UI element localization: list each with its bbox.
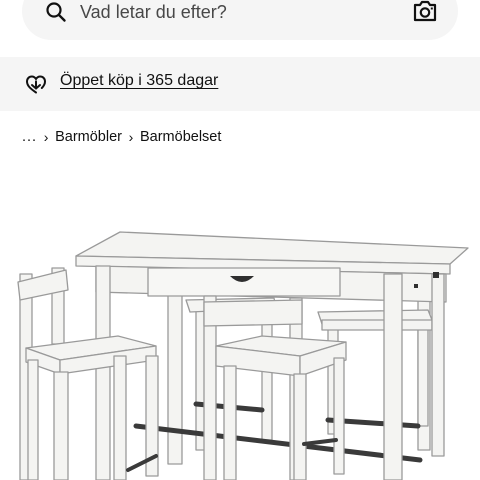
breadcrumb-ellipsis[interactable]: ... (22, 129, 37, 145)
return-policy-banner: Öppet köp i 365 dagar (0, 57, 480, 111)
search-bar[interactable] (22, 0, 458, 40)
product-image-area (0, 170, 480, 480)
chevron-right-icon: › (128, 129, 134, 145)
search-input[interactable] (80, 0, 380, 24)
camera-icon[interactable] (412, 0, 438, 23)
breadcrumb: ... › Barmöbler › Barmöbelset (22, 126, 221, 148)
product-image[interactable] (0, 170, 480, 480)
breadcrumb-item-barmobelset[interactable]: Barmöbelset (140, 129, 221, 145)
return-loop-icon (25, 75, 47, 94)
search-icon[interactable] (44, 0, 68, 24)
chevron-right-icon: › (43, 129, 49, 145)
breadcrumb-item-barmobler[interactable]: Barmöbler (55, 129, 122, 145)
return-policy-link[interactable]: Öppet köp i 365 dagar (60, 72, 218, 90)
search-section (0, 0, 480, 56)
